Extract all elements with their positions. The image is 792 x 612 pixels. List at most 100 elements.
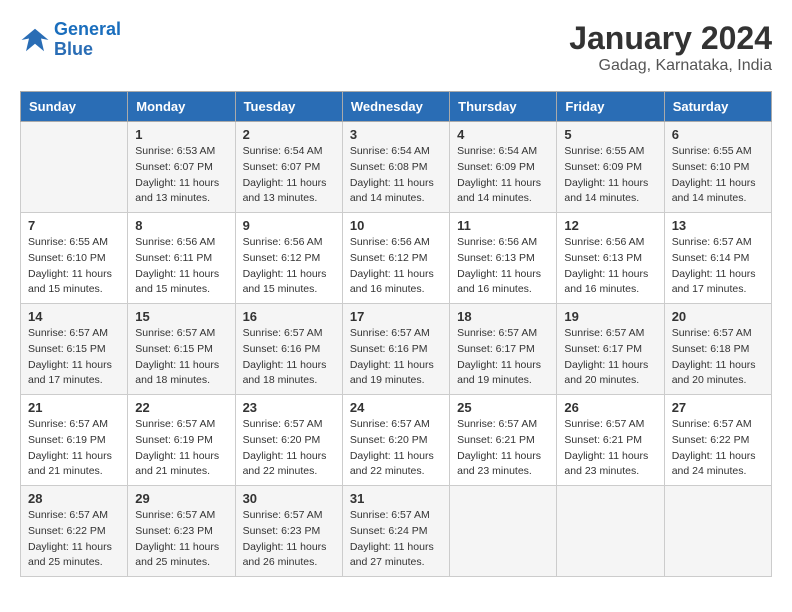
day-number: 15 [135, 309, 227, 324]
day-number: 11 [457, 218, 549, 233]
calendar-cell: 31Sunrise: 6:57 AMSunset: 6:24 PMDayligh… [342, 486, 449, 577]
calendar-cell: 9Sunrise: 6:56 AMSunset: 6:12 PMDaylight… [235, 213, 342, 304]
day-number: 25 [457, 400, 549, 415]
day-number: 20 [672, 309, 764, 324]
day-number: 24 [350, 400, 442, 415]
calendar-cell: 19 Sunrise: 6:57 AMSunset: 6:17 PMDayligh… [557, 304, 664, 395]
logo-icon [20, 25, 50, 55]
page-header: General Blue January 2024 Gadag, Karnata… [20, 20, 772, 75]
day-number: 28 [28, 491, 120, 506]
calendar-cell: 3Sunrise: 6:54 AMSunset: 6:08 PMDaylight… [342, 122, 449, 213]
day-number: 6 [672, 127, 764, 142]
day-info: Sunrise: 6:57 AMSunset: 6:16 PMDaylight:… [350, 326, 442, 389]
day-info: Sunrise: 6:57 AMSunset: 6:16 PMDaylight:… [243, 326, 335, 389]
calendar-cell: 27Sunrise: 6:57 AMSunset: 6:22 PMDayligh… [664, 395, 771, 486]
day-info: Sunrise: 6:57 AMSunset: 6:23 PMDaylight:… [135, 508, 227, 571]
calendar-cell: 7 Sunrise: 6:55 AMSunset: 6:10 PMDaylight… [21, 213, 128, 304]
day-number: 4 [457, 127, 549, 142]
day-number: 29 [135, 491, 227, 506]
calendar-cell: 30 Sunrise: 6:57 AMSunset: 6:23 PMDayligh… [235, 486, 342, 577]
day-info: Sunrise: 6:56 AMSunset: 6:13 PMDaylight:… [564, 235, 656, 298]
day-number: 31 [350, 491, 442, 506]
day-info: Sunrise: 6:55 AMSunset: 6:10 PMDaylight:… [672, 144, 764, 207]
logo-blue: Blue [54, 39, 93, 59]
calendar-cell: 15 Sunrise: 6:57 AMSunset: 6:15 PMDayligh… [128, 304, 235, 395]
weekday-header-thursday: Thursday [450, 92, 557, 122]
day-number: 2 [243, 127, 335, 142]
day-number: 1 [135, 127, 227, 142]
weekday-header-wednesday: Wednesday [342, 92, 449, 122]
calendar-cell [557, 486, 664, 577]
day-info: Sunrise: 6:56 AMSunset: 6:13 PMDaylight:… [457, 235, 549, 298]
day-number: 3 [350, 127, 442, 142]
logo: General Blue [20, 20, 121, 60]
day-info: Sunrise: 6:57 AMSunset: 6:22 PMDaylight:… [28, 508, 120, 571]
calendar-cell: 22 Sunrise: 6:57 AMSunset: 6:19 PMDayligh… [128, 395, 235, 486]
day-info: Sunrise: 6:57 AMSunset: 6:23 PMDaylight:… [243, 508, 335, 571]
weekday-header-monday: Monday [128, 92, 235, 122]
calendar-cell [21, 122, 128, 213]
day-info: Sunrise: 6:55 AMSunset: 6:10 PMDaylight:… [28, 235, 120, 298]
day-number: 17 [350, 309, 442, 324]
weekday-header-tuesday: Tuesday [235, 92, 342, 122]
calendar-cell: 26 Sunrise: 6:57 AMSunset: 6:21 PMDayligh… [557, 395, 664, 486]
calendar-cell: 28 Sunrise: 6:57 AMSunset: 6:22 PMDayligh… [21, 486, 128, 577]
day-info: Sunrise: 6:57 AMSunset: 6:15 PMDaylight:… [135, 326, 227, 389]
calendar-cell: 13 Sunrise: 6:57 AMSunset: 6:14 PMDayligh… [664, 213, 771, 304]
day-info: Sunrise: 6:57 AMSunset: 6:20 PMDaylight:… [350, 417, 442, 480]
weekday-header-friday: Friday [557, 92, 664, 122]
calendar-cell: 10Sunrise: 6:56 AMSunset: 6:12 PMDayligh… [342, 213, 449, 304]
weekday-header-sunday: Sunday [21, 92, 128, 122]
day-number: 27 [672, 400, 764, 415]
day-number: 14 [28, 309, 120, 324]
day-number: 26 [564, 400, 656, 415]
day-number: 30 [243, 491, 335, 506]
calendar-cell: 18 Sunrise: 6:57 AMSunset: 6:17 PMDayligh… [450, 304, 557, 395]
day-info: Sunrise: 6:55 AMSunset: 6:09 PMDaylight:… [564, 144, 656, 207]
calendar-cell: 29 Sunrise: 6:57 AMSunset: 6:23 PMDayligh… [128, 486, 235, 577]
calendar-cell: 25Sunrise: 6:57 AMSunset: 6:21 PMDayligh… [450, 395, 557, 486]
day-info: Sunrise: 6:54 AMSunset: 6:07 PMDaylight:… [243, 144, 335, 207]
calendar-cell: 21 Sunrise: 6:57 AMSunset: 6:19 PMDayligh… [21, 395, 128, 486]
calendar-cell: 16 Sunrise: 6:57 AMSunset: 6:16 PMDayligh… [235, 304, 342, 395]
day-number: 10 [350, 218, 442, 233]
day-number: 7 [28, 218, 120, 233]
month-title: January 2024 [569, 20, 772, 57]
day-number: 22 [135, 400, 227, 415]
calendar-cell: 20 Sunrise: 6:57 AMSunset: 6:18 PMDayligh… [664, 304, 771, 395]
weekday-header-row: SundayMondayTuesdayWednesdayThursdayFrid… [21, 92, 772, 122]
calendar-table: SundayMondayTuesdayWednesdayThursdayFrid… [20, 91, 772, 577]
calendar-cell [664, 486, 771, 577]
day-info: Sunrise: 6:57 AMSunset: 6:19 PMDaylight:… [135, 417, 227, 480]
day-number: 13 [672, 218, 764, 233]
calendar-week-row: 7 Sunrise: 6:55 AMSunset: 6:10 PMDaylight… [21, 213, 772, 304]
calendar-cell: 11 Sunrise: 6:56 AMSunset: 6:13 PMDayligh… [450, 213, 557, 304]
calendar-week-row: 14 Sunrise: 6:57 AMSunset: 6:15 PMDayligh… [21, 304, 772, 395]
day-number: 18 [457, 309, 549, 324]
day-number: 5 [564, 127, 656, 142]
calendar-week-row: 1Sunrise: 6:53 AMSunset: 6:07 PMDaylight… [21, 122, 772, 213]
calendar-cell: 23 Sunrise: 6:57 AMSunset: 6:20 PMDayligh… [235, 395, 342, 486]
day-number: 23 [243, 400, 335, 415]
logo-text: General Blue [54, 20, 121, 60]
day-number: 12 [564, 218, 656, 233]
day-info: Sunrise: 6:57 AMSunset: 6:17 PMDaylight:… [564, 326, 656, 389]
day-info: Sunrise: 6:57 AMSunset: 6:18 PMDaylight:… [672, 326, 764, 389]
day-info: Sunrise: 6:57 AMSunset: 6:19 PMDaylight:… [28, 417, 120, 480]
day-info: Sunrise: 6:57 AMSunset: 6:14 PMDaylight:… [672, 235, 764, 298]
calendar-week-row: 28 Sunrise: 6:57 AMSunset: 6:22 PMDayligh… [21, 486, 772, 577]
calendar-cell: 2 Sunrise: 6:54 AMSunset: 6:07 PMDaylight… [235, 122, 342, 213]
weekday-header-saturday: Saturday [664, 92, 771, 122]
day-info: Sunrise: 6:57 AMSunset: 6:21 PMDaylight:… [564, 417, 656, 480]
day-number: 16 [243, 309, 335, 324]
day-info: Sunrise: 6:57 AMSunset: 6:15 PMDaylight:… [28, 326, 120, 389]
day-number: 19 [564, 309, 656, 324]
calendar-cell: 14 Sunrise: 6:57 AMSunset: 6:15 PMDayligh… [21, 304, 128, 395]
day-info: Sunrise: 6:57 AMSunset: 6:20 PMDaylight:… [243, 417, 335, 480]
day-info: Sunrise: 6:57 AMSunset: 6:17 PMDaylight:… [457, 326, 549, 389]
location-title: Gadag, Karnataka, India [569, 57, 772, 75]
calendar-cell: 4Sunrise: 6:54 AMSunset: 6:09 PMDaylight… [450, 122, 557, 213]
calendar-cell: 1Sunrise: 6:53 AMSunset: 6:07 PMDaylight… [128, 122, 235, 213]
day-number: 21 [28, 400, 120, 415]
calendar-cell: 5 Sunrise: 6:55 AMSunset: 6:09 PMDaylight… [557, 122, 664, 213]
